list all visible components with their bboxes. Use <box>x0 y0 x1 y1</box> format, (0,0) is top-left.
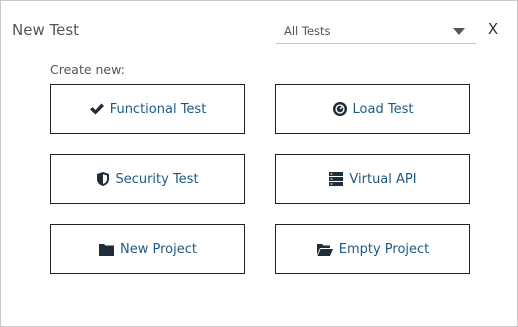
new-test-dialog: New Test All Tests X Create new: Functio… <box>0 0 518 327</box>
filter-selected-value: All Tests <box>284 24 331 38</box>
server-icon <box>328 171 344 187</box>
folder-open-icon <box>316 242 334 257</box>
functional-test-button[interactable]: Functional Test <box>50 84 245 134</box>
functional-test-label: Functional Test <box>109 101 207 117</box>
checkmark-icon <box>89 102 105 116</box>
create-new-label: Create new: <box>50 62 125 77</box>
security-test-button[interactable]: Security Test <box>50 154 245 204</box>
dropdown-arrow-icon <box>453 28 465 35</box>
empty-project-label: Empty Project <box>338 241 430 257</box>
test-filter-dropdown[interactable]: All Tests <box>276 19 476 44</box>
empty-project-button[interactable]: Empty Project <box>275 224 470 274</box>
load-test-button[interactable]: Load Test <box>275 84 470 134</box>
gauge-icon <box>332 101 348 117</box>
security-test-label: Security Test <box>115 171 199 187</box>
load-test-label: Load Test <box>352 101 414 117</box>
new-project-label: New Project <box>120 241 197 257</box>
new-project-button[interactable]: New Project <box>50 224 245 274</box>
virtual-api-label: Virtual API <box>349 171 417 187</box>
shield-icon <box>96 171 110 187</box>
virtual-api-button[interactable]: Virtual API <box>275 154 470 204</box>
close-button[interactable]: X <box>486 19 500 39</box>
folder-icon <box>98 242 115 257</box>
dialog-title: New Test <box>12 21 80 39</box>
